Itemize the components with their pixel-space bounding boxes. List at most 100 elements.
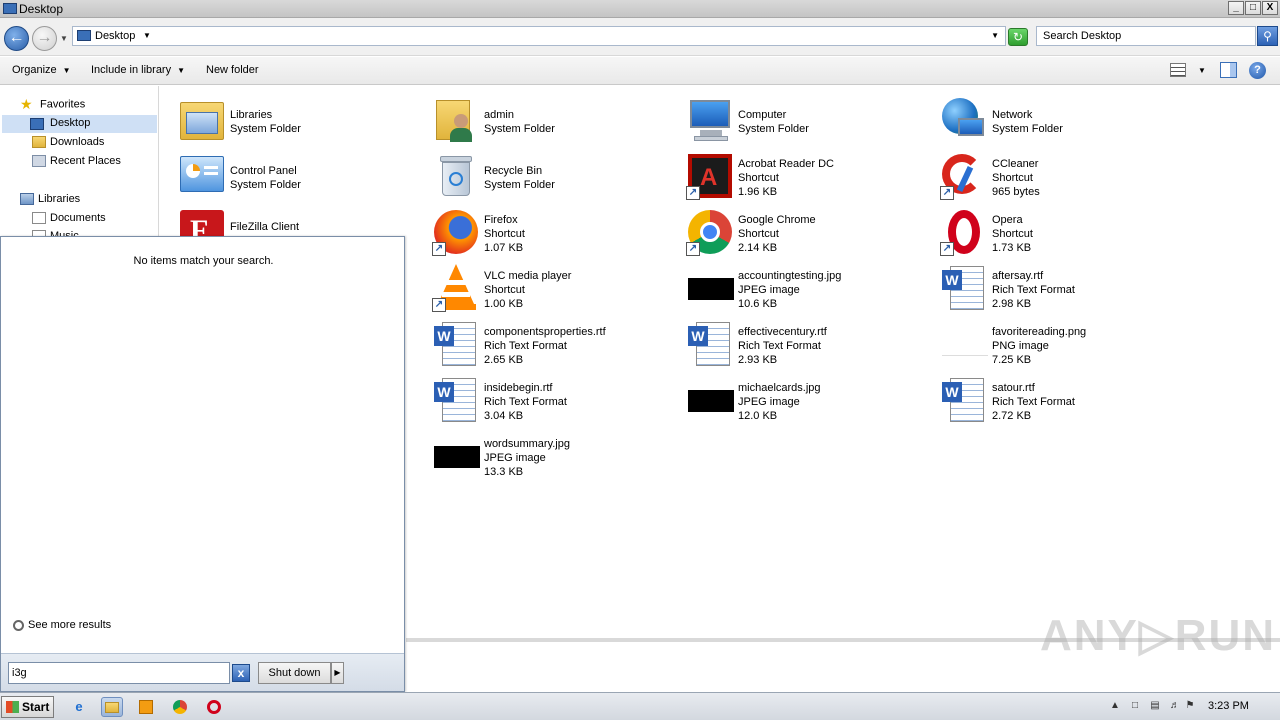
file-size: 965 bytes <box>992 186 1040 198</box>
file-item[interactable]: wordsummary.jpg JPEG image 13.3 KB <box>432 432 682 484</box>
acrobat-icon: A ↗ <box>686 152 734 200</box>
file-item-text: Libraries System Folder <box>230 108 301 136</box>
file-item[interactable]: Wsatour.rtf Rich Text Format 2.72 KB <box>940 376 1190 428</box>
forward-button[interactable]: → <box>32 26 57 51</box>
refresh-button[interactable]: ↻ <box>1008 28 1028 46</box>
chrome-taskbar-icon[interactable] <box>169 697 191 717</box>
file-name: Google Chrome <box>738 214 816 226</box>
start-search-input[interactable]: i3g <box>8 662 230 684</box>
shut-down-options-arrow-icon[interactable]: ▶ <box>331 662 344 684</box>
file-item-text: VLC media player Shortcut 1.00 KB <box>484 269 571 311</box>
nav-favorites[interactable]: ★ Favorites <box>20 96 85 114</box>
change-view-icon[interactable] <box>1170 63 1186 77</box>
close-button[interactable]: X <box>1262 1 1278 15</box>
include-in-library-button[interactable]: Include in library ▼ <box>91 64 185 76</box>
action-center-icon[interactable]: □ <box>1128 700 1142 713</box>
view-options-chevron-icon[interactable]: ▼ <box>1198 66 1206 75</box>
chrome-icon: ↗ <box>686 208 734 256</box>
preview-pane-icon[interactable] <box>1220 62 1237 78</box>
file-item[interactable]: Recycle Bin System Folder <box>432 152 682 204</box>
recycle-bin-icon <box>432 152 480 200</box>
file-type: System Folder <box>484 179 555 191</box>
media-player-icon[interactable] <box>135 697 157 717</box>
internet-explorer-icon[interactable]: e <box>68 697 90 717</box>
flag-icon[interactable]: ⚑ <box>1183 700 1197 713</box>
file-item[interactable]: michaelcards.jpg JPEG image 12.0 KB <box>686 376 936 428</box>
organize-button[interactable]: Organize ▼ <box>12 64 71 76</box>
rtf-icon: W <box>432 376 480 424</box>
file-type: Shortcut <box>992 172 1033 184</box>
search-icon[interactable]: ⚲ <box>1257 26 1278 46</box>
help-icon[interactable]: ? <box>1249 62 1266 79</box>
show-hidden-icons-icon[interactable]: ▲ <box>1108 700 1122 713</box>
file-type: JPEG image <box>738 396 800 408</box>
address-breadcrumb-desktop[interactable]: Desktop <box>95 30 135 42</box>
file-type: Rich Text Format <box>738 340 821 352</box>
file-size: 1.96 KB <box>738 186 778 198</box>
start-button[interactable]: Start <box>1 696 54 718</box>
file-item[interactable]: Network System Folder <box>940 96 1190 148</box>
address-history-dropdown-icon[interactable]: ▼ <box>991 31 999 40</box>
opera-taskbar-icon[interactable] <box>203 697 225 717</box>
file-item[interactable]: ↗ CCleaner Shortcut 965 bytes <box>940 152 1190 204</box>
file-name: insidebegin.rtf <box>484 382 553 394</box>
clear-search-icon[interactable]: x <box>232 664 250 682</box>
breadcrumb-arrow-icon[interactable]: ▼ <box>143 31 151 40</box>
file-item-text: Recycle Bin System Folder <box>484 164 555 192</box>
file-item[interactable]: Winsidebegin.rtf Rich Text Format 3.04 KB <box>432 376 682 428</box>
file-size: 13.3 KB <box>484 466 524 478</box>
file-item[interactable]: ↗ Opera Shortcut 1.73 KB <box>940 208 1190 260</box>
file-size: 2.98 KB <box>992 298 1032 310</box>
chevron-down-icon: ▼ <box>62 66 71 75</box>
file-item-text: Google Chrome Shortcut 2.14 KB <box>738 213 816 255</box>
shut-down-button[interactable]: Shut down <box>258 662 331 684</box>
nav-libraries[interactable]: Libraries <box>20 193 80 211</box>
file-item[interactable]: Libraries System Folder <box>178 96 428 148</box>
file-item[interactable]: Control Panel System Folder <box>178 152 428 204</box>
file-item-text: Network System Folder <box>992 108 1063 136</box>
file-item[interactable]: A ↗ Acrobat Reader DC Shortcut 1.96 KB <box>686 152 936 204</box>
rtf-icon: W <box>686 320 734 368</box>
file-name: Acrobat Reader DC <box>738 158 834 170</box>
file-name: VLC media player <box>484 270 572 282</box>
file-type: System Folder <box>484 123 555 135</box>
minimize-button[interactable]: _ <box>1228 1 1244 15</box>
file-item[interactable]: favoritereading.png PNG image 7.25 KB <box>940 320 1190 372</box>
command-bar: Organize ▼ Include in library ▼ New folder… <box>0 57 1280 85</box>
back-button[interactable]: ← <box>4 26 29 51</box>
recent-pages-dropdown-icon[interactable]: ▼ <box>60 34 68 43</box>
volume-icon[interactable]: ♬ <box>1168 700 1182 713</box>
file-item[interactable]: Waftersay.rtf Rich Text Format 2.98 KB <box>940 264 1190 316</box>
vlc-icon: ↗ <box>432 264 480 312</box>
desktop-icon <box>30 118 44 130</box>
file-item[interactable]: Computer System Folder <box>686 96 936 148</box>
file-item[interactable]: ↗ VLC media player Shortcut 1.00 KB <box>432 264 682 316</box>
maximize-button[interactable]: □ <box>1245 1 1261 15</box>
nav-recent-places[interactable]: Recent Places <box>32 155 121 173</box>
file-item[interactable]: Wcomponentsproperties.rtf Rich Text Forma… <box>432 320 682 372</box>
see-more-results-link[interactable]: See more results <box>13 619 111 631</box>
file-item-text: favoritereading.png PNG image 7.25 KB <box>992 325 1086 367</box>
nav-documents[interactable]: Documents <box>32 212 106 230</box>
file-item-text: accountingtesting.jpg JPEG image 10.6 KB <box>738 269 841 311</box>
file-item[interactable]: ↗ Firefox Shortcut 1.07 KB <box>432 208 682 260</box>
windows-explorer-icon[interactable] <box>101 697 123 717</box>
file-item[interactable]: admin System Folder <box>432 96 682 148</box>
clock[interactable]: 3:23 PM <box>1208 700 1249 712</box>
nav-downloads[interactable]: Downloads <box>32 136 104 154</box>
computer-icon <box>686 96 734 144</box>
file-name: Opera <box>992 214 1023 226</box>
file-item[interactable]: Weffectivecentury.rtf Rich Text Format 2.9… <box>686 320 936 372</box>
file-size: 3.04 KB <box>484 410 524 422</box>
file-item[interactable]: accountingtesting.jpg JPEG image 10.6 KB <box>686 264 936 316</box>
anyrun-watermark: ANY▷RUN <box>1040 611 1277 660</box>
nav-desktop[interactable]: Desktop <box>2 115 157 133</box>
file-name: componentsproperties.rtf <box>484 326 606 338</box>
file-type: System Folder <box>992 123 1063 135</box>
network-tray-icon[interactable]: ▤ <box>1148 700 1162 713</box>
address-bar[interactable]: Desktop ▼ ▼ <box>72 26 1006 46</box>
new-folder-button[interactable]: New folder <box>206 64 259 76</box>
file-item[interactable]: ↗ Google Chrome Shortcut 2.14 KB <box>686 208 936 260</box>
search-input[interactable]: Search Desktop <box>1036 26 1256 46</box>
file-size: 1.07 KB <box>484 242 524 254</box>
